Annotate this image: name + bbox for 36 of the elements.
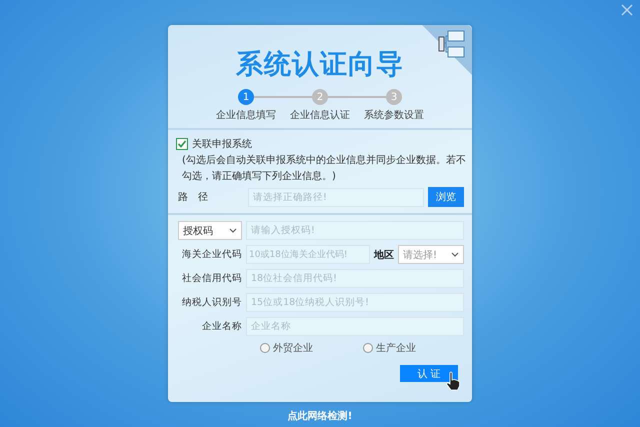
region-label: 地区	[374, 248, 394, 262]
radio-label: 生产企业	[376, 342, 416, 355]
step-label: 企业信息认证	[290, 108, 350, 122]
radio-label: 外贸企业	[273, 342, 313, 355]
input-field[interactable]: 15位或18位纳税人识别号!	[246, 293, 464, 312]
field-label: 企业名称	[201, 320, 242, 333]
network-check-link[interactable]: 点此网络检测!	[288, 409, 352, 423]
chevron-down-icon	[229, 228, 237, 233]
path-field[interactable]: 请选择正确路径!	[248, 188, 424, 206]
field-label: 纳税人识别号	[181, 296, 242, 309]
field-label: 海关企业代码	[181, 248, 242, 261]
input-field[interactable]: 10或18位海关企业代码!	[246, 245, 370, 264]
field-label: 社会信用代码	[181, 272, 242, 285]
step-number: 2	[312, 89, 328, 105]
checkbox-label: 关联申报系统	[192, 138, 252, 151]
input-field[interactable]: 企业名称	[246, 317, 464, 336]
checkbox[interactable]	[176, 138, 188, 150]
radio-button[interactable]	[363, 343, 373, 353]
input-field[interactable]: 18位社会信用代码!	[246, 269, 464, 288]
radio-button[interactable]	[260, 343, 270, 353]
step-number: 1	[238, 89, 254, 105]
verify-button[interactable]: 认 证	[400, 365, 458, 382]
network-icon	[422, 25, 472, 75]
wizard-title: 系统认证向导	[236, 48, 404, 82]
field-label: 路 径	[177, 191, 209, 204]
chevron-down-icon	[451, 252, 459, 257]
step-number: 3	[386, 89, 402, 105]
step-label: 企业信息填写	[216, 108, 276, 122]
browse-button[interactable]: 浏览	[428, 187, 464, 207]
hand-cursor-icon	[445, 371, 461, 391]
note-text: (勾选后会自动关联申报系统中的企业信息并同步企业数据。若不勾选，请正确填写下列企业信息。)	[182, 154, 467, 184]
auth-code-field[interactable]: 请输入授权码!	[246, 221, 464, 240]
close-icon[interactable]	[621, 4, 633, 16]
region-select[interactable]: 请选择!	[398, 245, 464, 264]
auth-type-select[interactable]: 授权码	[178, 221, 242, 240]
step-label: 系统参数设置	[364, 108, 424, 122]
